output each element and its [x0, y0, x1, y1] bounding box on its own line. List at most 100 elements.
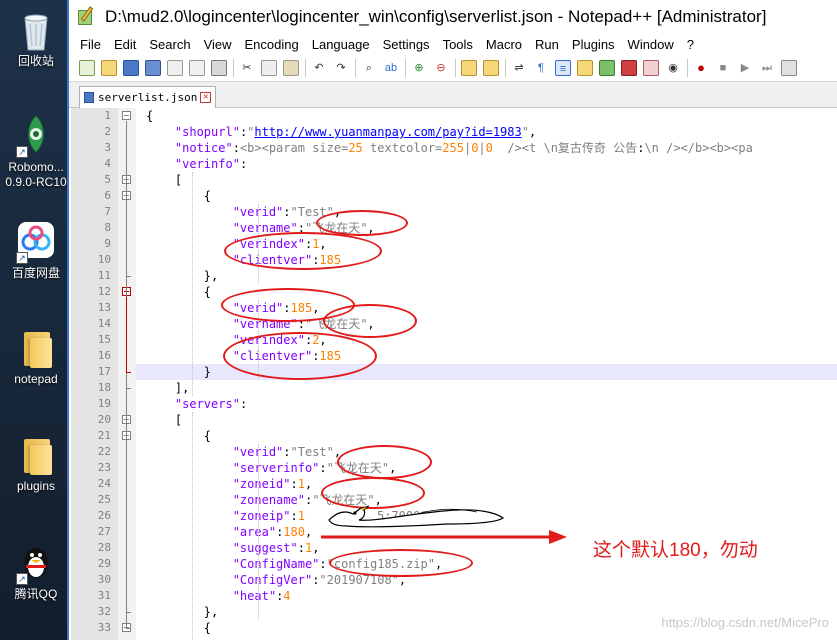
code-line[interactable]: ], [136, 380, 837, 396]
menu-bar: File Edit Search View Encoding Language … [69, 34, 837, 54]
code-line[interactable]: "vername":"飞龙在天", [136, 316, 837, 332]
stop-macro-icon[interactable]: ■ [715, 60, 731, 76]
zoom-in-icon[interactable]: ⊕ [411, 60, 427, 76]
monitoring-icon[interactable]: ◉ [665, 60, 681, 76]
code-line[interactable]: "verid":"Test", [136, 444, 837, 460]
copy-icon[interactable] [261, 59, 277, 76]
tab-label: serverlist.json [98, 91, 198, 104]
code-line[interactable]: { [136, 188, 837, 204]
line-number: 19 [97, 397, 111, 410]
undo-icon[interactable]: ↶ [311, 60, 327, 76]
menu-macro[interactable]: Macro [486, 37, 522, 52]
close-tab-icon[interactable]: ✕ [200, 92, 212, 103]
new-file-icon[interactable] [79, 59, 95, 76]
desktop-icon-baidu-netdisk[interactable]: ↗ 百度网盘 [0, 220, 72, 281]
line-number: 10 [97, 253, 111, 266]
menu-language[interactable]: Language [312, 37, 370, 52]
desktop-icon-notepad-folder[interactable]: notepad [0, 326, 72, 387]
code-line[interactable]: [ [136, 172, 837, 188]
menu-edit[interactable]: Edit [114, 37, 136, 52]
word-wrap-icon[interactable]: ⇌ [511, 60, 527, 76]
line-number: 5 [104, 173, 111, 186]
line-number: 1 [104, 109, 111, 122]
code-line[interactable]: [ [136, 412, 837, 428]
line-number: 25 [97, 493, 111, 506]
open-file-icon[interactable] [101, 59, 117, 76]
function-list-icon[interactable] [621, 59, 637, 76]
code-line[interactable]: "notice":<b><param size=25 textcolor=255… [136, 140, 837, 156]
code-line[interactable]: "ConfigVer":"201907108", [136, 572, 837, 588]
menu-tools[interactable]: Tools [443, 37, 473, 52]
line-number: 12 [97, 285, 111, 298]
code-line[interactable]: { [136, 108, 837, 124]
desktop-icon-qq[interactable]: ↗ 腾讯QQ [0, 541, 72, 602]
baidu-netdisk-icon: ↗ [16, 220, 56, 264]
menu-file[interactable]: File [80, 37, 101, 52]
play-macro-icon[interactable]: ▶ [737, 60, 753, 76]
code-line[interactable]: "verid":"Test", [136, 204, 837, 220]
indent-guide-icon[interactable]: ≡ [555, 59, 571, 76]
record-macro-icon[interactable]: ● [693, 60, 709, 76]
line-number: 29 [97, 557, 111, 570]
line-number: 27 [97, 525, 111, 538]
code-line[interactable]: "shopurl":"http://www.yuanmanpay.com/pay… [136, 124, 837, 140]
menu-search[interactable]: Search [149, 37, 190, 52]
save-all-icon[interactable] [145, 59, 161, 76]
save-icon[interactable] [123, 59, 139, 76]
menu-settings[interactable]: Settings [383, 37, 430, 52]
line-number: 30 [97, 573, 111, 586]
sync-horizontal-icon[interactable] [483, 59, 499, 76]
desktop-icon-plugins-folder[interactable]: plugins [0, 433, 72, 494]
show-all-chars-icon[interactable]: ¶ [533, 60, 549, 76]
replace-icon[interactable]: ab [383, 60, 399, 76]
watermark: https://blog.csdn.net/MicePro [661, 615, 829, 630]
find-icon[interactable]: ⌕ [361, 60, 377, 76]
line-number: 31 [97, 589, 111, 602]
code-line[interactable]: "heat":4 [136, 588, 837, 604]
desktop-icon-robomongo[interactable]: ↗ Robomo... 0.9.0-RC10 [0, 114, 72, 190]
tab-serverlist-json[interactable]: serverlist.json ✕ [79, 86, 217, 108]
menu-help[interactable]: ? [687, 37, 694, 52]
window-title: D:\mud2.0\logincenter\logincenter_win\co… [105, 7, 767, 26]
save-macro-icon[interactable] [781, 59, 797, 76]
folder-as-workspace-icon[interactable] [643, 59, 659, 76]
code-line[interactable]: }, [136, 268, 837, 284]
line-number: 7 [104, 205, 111, 218]
menu-plugins[interactable]: Plugins [572, 37, 615, 52]
close-all-icon[interactable] [189, 59, 205, 76]
menu-view[interactable]: View [204, 37, 232, 52]
zoom-out-icon[interactable]: ⊖ [433, 60, 449, 76]
line-number: 8 [104, 221, 111, 234]
line-number: 14 [97, 317, 111, 330]
indent-guide [192, 412, 193, 640]
menu-run[interactable]: Run [535, 37, 559, 52]
cut-icon[interactable]: ✂ [239, 60, 255, 76]
desktop-icon-recycle-bin[interactable]: 回收站 [0, 8, 72, 69]
shortcut-arrow-icon: ↗ [16, 146, 28, 158]
indent-guide [258, 444, 259, 620]
menu-window[interactable]: Window [628, 37, 674, 52]
code-line[interactable]: "verinfo": [136, 156, 837, 172]
language-icon[interactable] [577, 59, 593, 76]
notepadpp-window: D:\mud2.0\logincenter\logincenter_win\co… [67, 0, 837, 640]
menu-encoding[interactable]: Encoding [245, 37, 299, 52]
code-line[interactable]: "servers": [136, 396, 837, 412]
fold-toggle-icon[interactable] [122, 111, 131, 120]
recycle-bin-icon [16, 8, 56, 52]
doc-map-icon[interactable] [599, 59, 615, 76]
line-number: 23 [97, 461, 111, 474]
redo-icon[interactable]: ↷ [333, 60, 349, 76]
close-file-icon[interactable] [167, 59, 183, 76]
print-icon[interactable] [211, 59, 227, 76]
run-macro-multiple-icon[interactable]: ⏭ [759, 60, 775, 76]
code-line[interactable]: { [136, 428, 837, 444]
paste-icon[interactable] [283, 59, 299, 76]
code-line[interactable]: "vername":"飞龙在天", [136, 220, 837, 236]
line-number: 18 [97, 381, 111, 394]
code-line[interactable]: "serverinfo":"飞龙在天", [136, 460, 837, 476]
shortcut-arrow-icon: ↗ [16, 573, 28, 585]
sync-vertical-icon[interactable] [461, 59, 477, 76]
code-line[interactable]: "zoneid":1, [136, 476, 837, 492]
folder-icon [16, 433, 56, 477]
title-bar[interactable]: D:\mud2.0\logincenter\logincenter_win\co… [69, 0, 837, 34]
